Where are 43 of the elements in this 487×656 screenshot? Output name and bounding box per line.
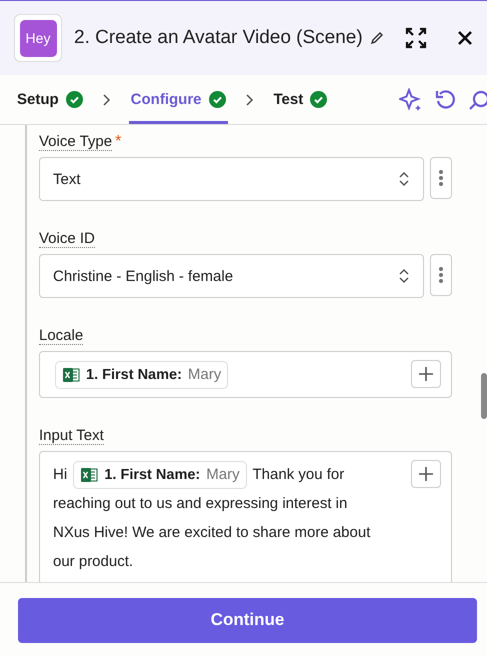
sparkle-icon[interactable] xyxy=(399,88,423,112)
required-asterisk: * xyxy=(115,133,122,150)
pencil-icon[interactable] xyxy=(368,30,385,46)
mapped-field-chip[interactable]: 1. First Name: Mary xyxy=(73,461,247,490)
input-text: Hi xyxy=(53,466,68,484)
mapped-field-chip[interactable]: 1. First Name: Mary xyxy=(55,361,228,390)
input-text: our product. xyxy=(53,553,134,570)
step-tab[interactable]: Setup xyxy=(15,75,85,124)
up-down-chevron-icon xyxy=(398,268,410,284)
close-icon[interactable] xyxy=(457,30,473,46)
vertical-dots-icon xyxy=(439,169,443,187)
add-button[interactable] xyxy=(411,360,441,388)
chevron-icon xyxy=(102,94,111,106)
input-text: Thank you for xyxy=(252,466,344,484)
input-text: NXus Hive! We are excited to share more about xyxy=(53,524,370,542)
select-field[interactable]: Text xyxy=(39,157,424,201)
search-icon[interactable] xyxy=(469,88,487,110)
more-options-button[interactable] xyxy=(430,157,452,199)
field-label: Voice Type xyxy=(39,133,112,151)
scrollbar[interactable] xyxy=(481,373,487,419)
logo-text: Hey xyxy=(20,20,56,56)
spreadsheet-icon xyxy=(80,467,98,484)
input-field[interactable]: 1. First Name: Mary xyxy=(39,351,452,398)
more-options-button[interactable] xyxy=(430,254,452,296)
add-button[interactable] xyxy=(411,460,441,488)
plus-icon xyxy=(418,366,434,382)
step-tab[interactable]: Configure xyxy=(128,75,228,124)
select-field[interactable]: Christine - English - female xyxy=(39,254,424,298)
plus-icon xyxy=(418,466,434,482)
spreadsheet-icon xyxy=(62,367,80,384)
field-label: Voice ID xyxy=(39,230,95,248)
step-tab[interactable]: Test xyxy=(272,75,330,124)
chevron-icon xyxy=(246,94,254,106)
field-label: Input Text xyxy=(39,427,104,446)
input-text: reaching out to us and expressing interest in xyxy=(53,495,348,512)
continue-button[interactable]: Continue xyxy=(18,598,477,642)
vertical-dots-icon xyxy=(439,266,443,284)
window-title: 2. Create an Avatar Video (Scene) xyxy=(74,27,363,49)
undo-icon[interactable] xyxy=(435,88,457,110)
expand-icon[interactable] xyxy=(405,27,427,49)
input-field[interactable]: Hi 1. First Name: Mary Thank you for reaching out to us and expressing interest in NXus Hive! We are excited to share more about our product. xyxy=(39,451,452,582)
field-label: Locale xyxy=(39,327,84,345)
up-down-chevron-icon xyxy=(398,171,410,187)
